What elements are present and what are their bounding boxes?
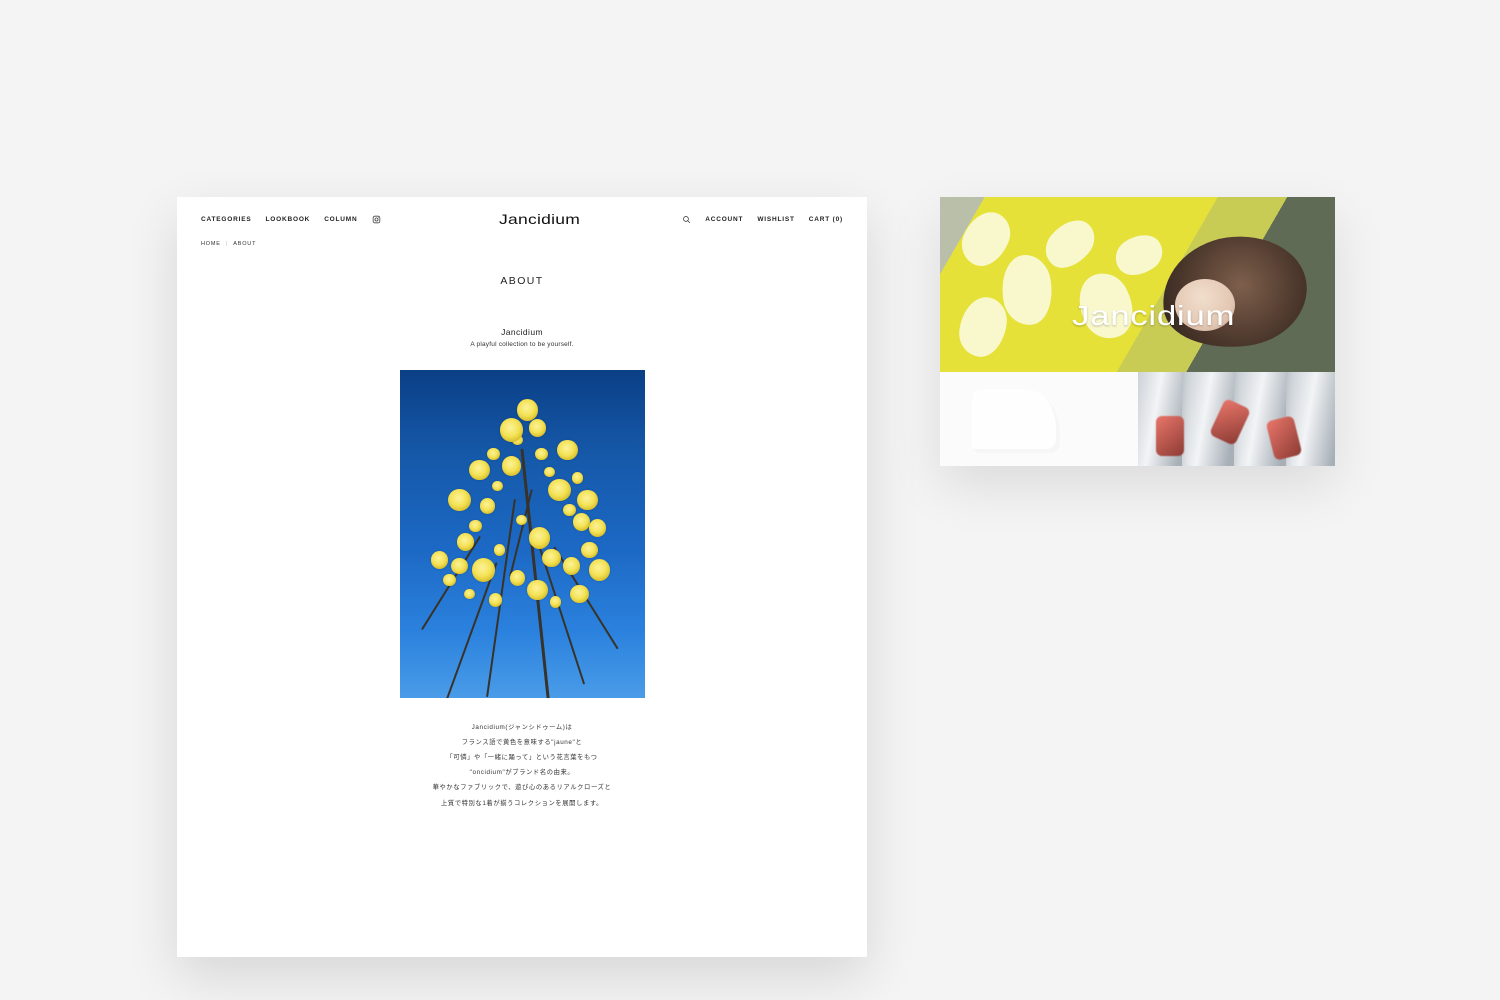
- nav-right: ACCOUNT WISHLIST CART (0): [682, 215, 843, 224]
- nav-left: CATEGORIES LOOKBOOK COLUMN: [201, 215, 381, 224]
- nav-account[interactable]: ACCOUNT: [705, 216, 743, 223]
- desc-line: "oncidium"がブランド名の由来。: [392, 765, 652, 780]
- nav-wishlist[interactable]: WISHLIST: [757, 216, 794, 223]
- desc-line: 「可憐」や「一緒に踊って」という花言葉をもつ: [392, 750, 652, 765]
- nav-categories[interactable]: CATEGORIES: [201, 216, 252, 223]
- brand-description: Jancidium(ジャンシドゥーム)は フランス語で黄色を意味する"jaune…: [392, 720, 652, 811]
- mobile-hero: Jancidium: [940, 197, 1335, 372]
- instagram-icon[interactable]: [372, 215, 381, 224]
- desc-line: 華やかなファブリックで、遊び心のあるリアルクローズと: [392, 780, 652, 795]
- mobile-secondary-left: [940, 372, 1138, 466]
- site-header: CATEGORIES LOOKBOOK COLUMN Jancidium ACC…: [177, 197, 867, 237]
- breadcrumb-separator: |: [223, 241, 231, 247]
- brand-subtitle: Jancidium: [177, 327, 867, 337]
- breadcrumb-about: ABOUT: [233, 241, 256, 247]
- breadcrumb: HOME | ABOUT: [177, 237, 867, 247]
- mobile-preview-stack: Jancidium: [940, 197, 1335, 466]
- nav-lookbook[interactable]: LOOKBOOK: [266, 216, 311, 223]
- mobile-secondary: [940, 372, 1335, 466]
- about-hero-image: [400, 370, 645, 698]
- about-page: CATEGORIES LOOKBOOK COLUMN Jancidium ACC…: [177, 197, 867, 957]
- brand-tagline: A playful collection to be yourself.: [177, 341, 867, 348]
- desc-line: フランス語で黄色を意味する"jaune"と: [392, 735, 652, 750]
- search-icon[interactable]: [682, 215, 691, 224]
- mobile-hero-logo: Jancidium: [940, 300, 1335, 332]
- desc-line: 上質で特別な1着が揃うコレクションを展開します。: [392, 796, 652, 811]
- page-title: ABOUT: [177, 275, 867, 287]
- breadcrumb-home[interactable]: HOME: [201, 241, 221, 247]
- mobile-secondary-right: [1138, 372, 1336, 466]
- nav-cart[interactable]: CART (0): [809, 216, 843, 223]
- site-logo[interactable]: Jancidium: [499, 211, 564, 227]
- nav-column[interactable]: COLUMN: [324, 216, 357, 223]
- desc-line: Jancidium(ジャンシドゥーム)は: [392, 720, 652, 735]
